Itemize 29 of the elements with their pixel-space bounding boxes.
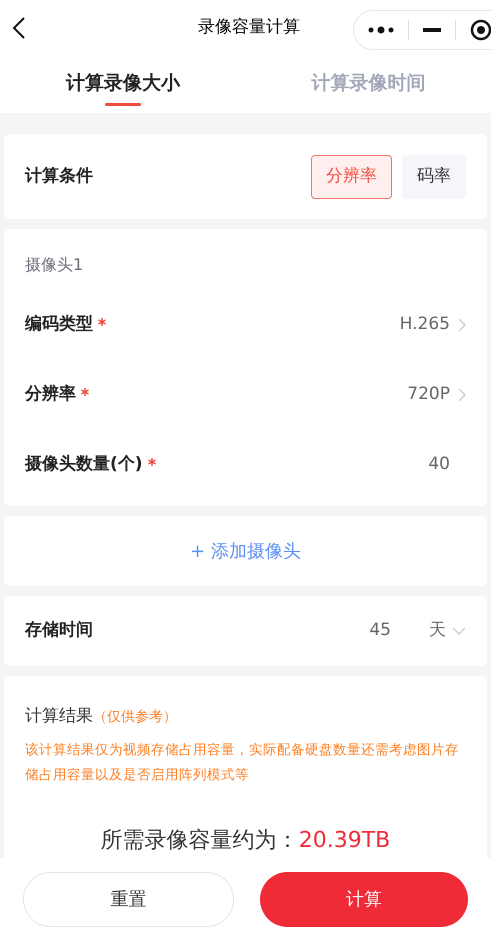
result-title: 计算结果 bbox=[25, 705, 93, 728]
result-warning: 该计算结果仅为视频存储占用容量，实际配备硬盘数量还需考虑图片存储占用容量以及是否启用阵列模式等 bbox=[25, 740, 460, 784]
field-label: 摄像头数量(个) bbox=[25, 453, 143, 476]
tab[interactable]: 计算录像大小 bbox=[0, 56, 246, 113]
field-label: 分辨率 bbox=[25, 383, 76, 406]
camera-title: 摄像头1 bbox=[25, 254, 84, 276]
back-icon[interactable] bbox=[12, 17, 26, 39]
storage-unit[interactable]: 天 bbox=[429, 618, 446, 644]
field-value[interactable]: 40 bbox=[428, 452, 450, 478]
calculate-button[interactable]: 计算 bbox=[260, 872, 468, 927]
result-value: 20.39TB bbox=[298, 826, 390, 854]
result-label: 所需录像容量约为： bbox=[100, 826, 299, 854]
condition-option[interactable]: 码率 bbox=[402, 154, 466, 198]
target-icon[interactable] bbox=[470, 19, 491, 41]
storage-value[interactable]: 45 bbox=[369, 618, 391, 644]
field-value[interactable]: H.265 bbox=[400, 312, 450, 338]
field-label: 编码类型 bbox=[25, 313, 93, 336]
condition-option[interactable]: 分辨率 bbox=[311, 154, 392, 198]
result-note: （仅供参考） bbox=[93, 708, 177, 727]
storage-label: 存储时间 bbox=[25, 619, 94, 642]
chevron-right-icon bbox=[458, 388, 466, 402]
add-camera-button[interactable]: + 添加摄像头 bbox=[4, 516, 487, 586]
page-title: 录像容量计算 bbox=[198, 16, 300, 40]
reset-button[interactable]: 重置 bbox=[23, 872, 234, 927]
condition-label: 计算条件 bbox=[25, 164, 94, 188]
chevron-right-icon bbox=[458, 318, 466, 332]
more-icon[interactable] bbox=[368, 26, 394, 34]
field-value[interactable]: 720P bbox=[407, 382, 450, 408]
chevron-down-icon bbox=[452, 627, 466, 635]
